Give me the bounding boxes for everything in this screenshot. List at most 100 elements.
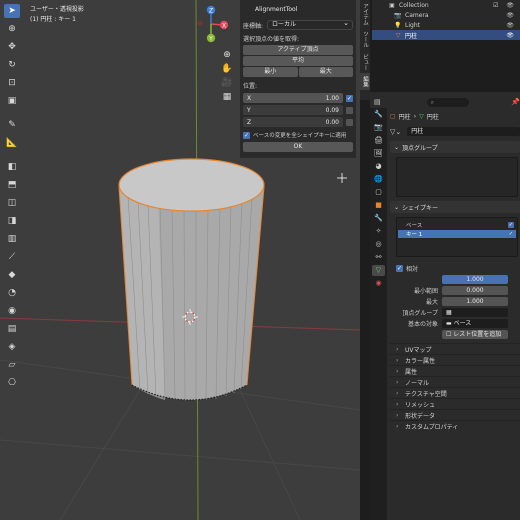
position-z-field[interactable]: Z 0.00 bbox=[243, 117, 343, 127]
coord-axis-select[interactable]: ローカル bbox=[267, 19, 353, 30]
x-enable-checkbox[interactable]: ✓ bbox=[346, 94, 353, 102]
eye-icon[interactable]: 👁 bbox=[506, 22, 514, 29]
section-custom-properties[interactable]: › カスタムプロパティ bbox=[390, 420, 520, 431]
physics-tab-icon[interactable]: ◎ bbox=[372, 239, 385, 250]
poly-build-icon[interactable]: ◆ bbox=[4, 268, 20, 282]
constraints-tab-icon[interactable]: ⚯ bbox=[372, 252, 385, 263]
add-rest-position-toggle[interactable]: ☐ レスト位置を追加 bbox=[442, 329, 508, 339]
transform-icon[interactable]: ▣ bbox=[4, 94, 20, 108]
mesh-name-input[interactable]: 円柱 bbox=[407, 127, 520, 136]
smooth-icon[interactable]: ◉ bbox=[4, 304, 20, 318]
inset-icon[interactable]: ◫ bbox=[4, 196, 20, 210]
particles-tab-icon[interactable]: ✧ bbox=[372, 226, 385, 237]
mesh-data-tab-icon[interactable]: ▽ bbox=[372, 265, 385, 276]
chevron-right-icon: › bbox=[396, 411, 399, 419]
edge-slide-icon[interactable]: ▤ bbox=[4, 322, 20, 336]
shape-key-base[interactable]: ベース ✓ bbox=[398, 221, 516, 229]
add-cube-icon[interactable]: ◧ bbox=[4, 160, 20, 174]
rip-icon[interactable]: ⎔ bbox=[4, 376, 20, 390]
chevron-down-icon: ⌄ bbox=[394, 143, 400, 151]
shrink-fatten-icon[interactable]: ◈ bbox=[4, 340, 20, 354]
properties-search-input[interactable]: ⌕ bbox=[426, 97, 470, 107]
position-x-field[interactable]: X 1.00 bbox=[243, 93, 343, 103]
apply-shapekeys-checkbox[interactable]: ✓ bbox=[243, 131, 250, 139]
range-min-field[interactable]: 0.000 bbox=[442, 285, 508, 295]
ok-button[interactable]: OK bbox=[243, 142, 353, 152]
extrude-icon[interactable]: ⬒ bbox=[4, 178, 20, 192]
outliner-item-light[interactable]: 💡 Light 👁 bbox=[372, 20, 520, 30]
properties-editor-icon[interactable]: ▤ bbox=[374, 98, 381, 106]
scale-icon[interactable]: ⊡ bbox=[4, 76, 20, 90]
range-max-field[interactable]: 1.000 bbox=[442, 296, 508, 306]
shape-key-1[interactable]: キー 1 ✓ bbox=[398, 230, 516, 238]
3d-viewport[interactable]: ユーザー・透視投影 (1) 円柱 : キー 1 ➤ ⊕ ✥ ↻ ⊡ ▣ ✎ 📐 … bbox=[0, 0, 360, 520]
modifier-tab-icon[interactable]: 🔧 bbox=[372, 213, 385, 224]
navigation-gizmo[interactable]: Z X Y bbox=[192, 4, 236, 44]
eye-icon[interactable]: 👁 bbox=[506, 2, 514, 9]
section-uv-maps[interactable]: › UVマップ bbox=[390, 343, 520, 354]
section-remesh[interactable]: › リメッシュ bbox=[390, 398, 520, 409]
average-button[interactable]: 平均 bbox=[243, 56, 353, 66]
shape-keys-header[interactable]: ⌄ シェイプキー bbox=[390, 201, 520, 213]
pin-icon[interactable]: 📌 bbox=[511, 98, 520, 106]
z-enable-checkbox[interactable] bbox=[346, 118, 353, 126]
vertex-groups-list[interactable] bbox=[396, 157, 518, 197]
mesh-data-icon[interactable]: ▽⌄ bbox=[390, 128, 401, 136]
tool-tab-icon[interactable]: 🔧 bbox=[372, 109, 385, 120]
chevron-down-icon: ⌄ bbox=[394, 203, 400, 211]
view-layer-tab-icon[interactable]: 🖼 bbox=[372, 148, 385, 159]
move-icon[interactable]: ✥ bbox=[4, 40, 20, 54]
apply-shapekeys-label: ベースの変更を全シェイプキーに適用 bbox=[253, 133, 347, 139]
vertex-group-field[interactable]: ▦ bbox=[442, 307, 508, 317]
y-enable-checkbox[interactable] bbox=[346, 106, 353, 114]
zoom-icon[interactable]: ⊕ bbox=[221, 49, 233, 61]
render-tab-icon[interactable]: 📷 bbox=[372, 122, 385, 133]
tab-view[interactable]: ビュー bbox=[360, 51, 370, 74]
annotate-icon[interactable]: ✎ bbox=[4, 118, 20, 132]
min-button[interactable]: 最小 bbox=[243, 67, 298, 77]
checkbox-icon[interactable]: ☑ bbox=[493, 2, 498, 9]
relative-checkbox[interactable]: ✓ bbox=[396, 264, 403, 272]
loop-cut-icon[interactable]: ▥ bbox=[4, 232, 20, 246]
measure-icon[interactable]: 📐 bbox=[4, 136, 20, 150]
cursor-icon[interactable]: ⊕ bbox=[4, 22, 20, 36]
section-label: テクスチャ空間 bbox=[405, 390, 447, 398]
relative-to-field[interactable]: ▬ ベース bbox=[442, 318, 508, 328]
eye-icon[interactable]: 👁 bbox=[506, 32, 514, 39]
outliner-item-camera[interactable]: 📷 Camera 👁 bbox=[372, 10, 520, 20]
output-tab-icon[interactable]: 🖨 bbox=[372, 135, 385, 146]
tab-edit[interactable]: 編集 bbox=[360, 73, 370, 90]
max-button[interactable]: 最大 bbox=[298, 67, 353, 77]
pan-hand-icon[interactable]: ✋ bbox=[221, 63, 233, 75]
spin-icon[interactable]: ◔ bbox=[4, 286, 20, 300]
tab-tool[interactable]: ツール bbox=[360, 28, 370, 51]
object-tab-icon[interactable]: ■ bbox=[372, 200, 385, 211]
grid-view-icon[interactable]: ▦ bbox=[221, 91, 233, 103]
outliner-item-cylinder[interactable]: ▽ 円柱 👁 bbox=[372, 30, 520, 40]
active-vertex-button[interactable]: アクティブ頂点 bbox=[243, 45, 353, 55]
tab-item[interactable]: アイテム bbox=[360, 0, 370, 28]
section-geometry-data[interactable]: › 形状データ bbox=[390, 409, 520, 420]
shape-key-enable-checkbox[interactable]: ✓ bbox=[508, 231, 514, 237]
world-tab-icon[interactable]: 🌐 bbox=[372, 174, 385, 185]
section-texture-space[interactable]: › テクスチャ空間 bbox=[390, 387, 520, 398]
collection-tab-icon[interactable]: ▢ bbox=[372, 187, 385, 198]
section-color-attributes[interactable]: › カラー属性 bbox=[390, 354, 520, 365]
rotate-icon[interactable]: ↻ bbox=[4, 58, 20, 72]
eye-icon[interactable]: 👁 bbox=[506, 12, 514, 19]
bevel-icon[interactable]: ◨ bbox=[4, 214, 20, 228]
vertex-groups-header[interactable]: ⌄ 頂点グループ bbox=[390, 141, 520, 153]
section-normals[interactable]: › ノーマル bbox=[390, 376, 520, 387]
select-box-icon[interactable]: ➤ bbox=[4, 4, 20, 18]
y-value: 0.09 bbox=[325, 106, 339, 114]
material-tab-icon[interactable]: ◉ bbox=[372, 278, 385, 289]
shape-key-value-field[interactable]: 1.000 bbox=[442, 274, 508, 284]
outliner-item-collection[interactable]: ▣ Collection ☑ 👁 bbox=[372, 0, 520, 10]
camera-view-icon[interactable]: 🎥 bbox=[221, 77, 233, 89]
shear-icon[interactable]: ▱ bbox=[4, 358, 20, 372]
scene-tab-icon[interactable]: ◕ bbox=[372, 161, 385, 172]
knife-icon[interactable]: ⟋ bbox=[4, 250, 20, 264]
section-attributes[interactable]: › 属性 bbox=[390, 365, 520, 376]
shape-key-enable-checkbox[interactable]: ✓ bbox=[508, 222, 514, 228]
position-y-field[interactable]: Y 0.09 bbox=[243, 105, 343, 115]
